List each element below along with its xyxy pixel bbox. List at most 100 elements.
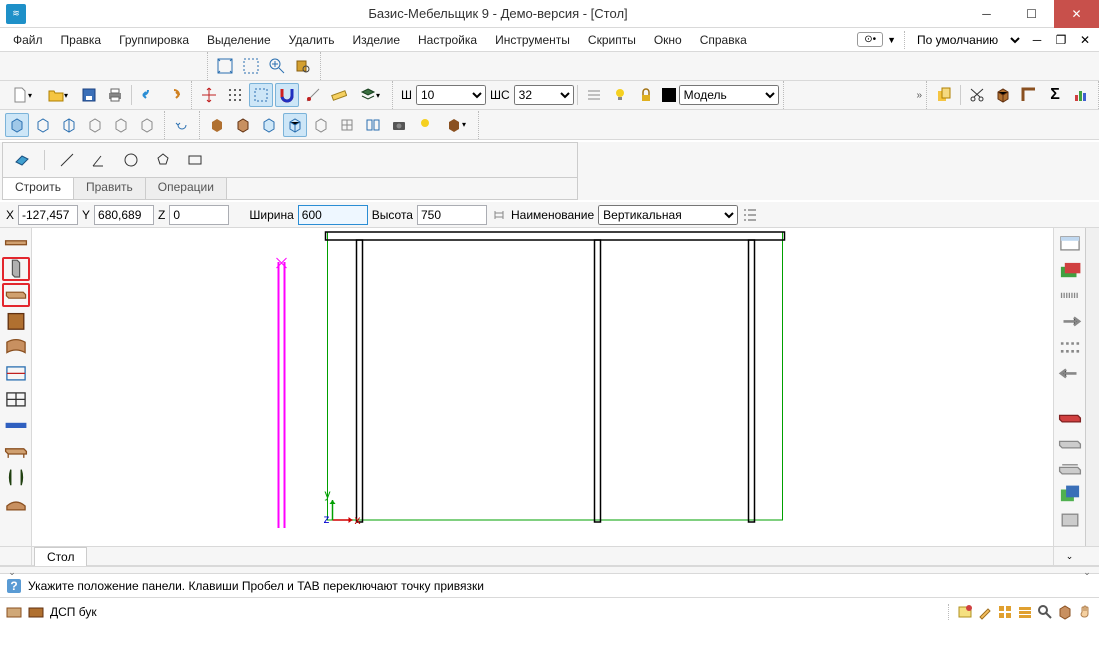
splitter[interactable]: ⌄⌄	[0, 566, 1099, 574]
build-polygon-icon[interactable]	[151, 148, 175, 172]
chart-icon[interactable]	[1069, 83, 1093, 107]
name-select[interactable]: Вертикальная	[598, 205, 738, 225]
menu-product[interactable]: Изделие	[343, 30, 409, 50]
link-dims-icon[interactable]	[491, 207, 507, 223]
view-iso3-icon[interactable]	[57, 113, 81, 137]
ws-select[interactable]: 32	[514, 85, 574, 105]
r-hw-pin-icon[interactable]	[1056, 361, 1084, 385]
minimize-button[interactable]: ─	[964, 0, 1009, 28]
overflow-icon[interactable]: »	[916, 90, 922, 101]
render-wire3-icon[interactable]	[309, 113, 333, 137]
render-split-icon[interactable]	[361, 113, 385, 137]
menu-file[interactable]: Файл	[4, 30, 52, 50]
r-edge2-icon[interactable]	[1056, 429, 1084, 453]
doc-tab-active[interactable]: Стол	[34, 547, 87, 566]
x-input[interactable]	[18, 205, 78, 225]
width-input[interactable]	[298, 205, 368, 225]
redo-icon[interactable]	[162, 83, 186, 107]
list-props-icon[interactable]	[742, 207, 758, 223]
sb-grid2-icon[interactable]	[1017, 604, 1033, 620]
r-box-gray-icon[interactable]	[1056, 507, 1084, 531]
undo-icon[interactable]	[136, 83, 160, 107]
menu-window[interactable]: Окно	[645, 30, 691, 50]
close-button[interactable]: ✕	[1054, 0, 1099, 28]
zoom-extents-icon[interactable]	[213, 54, 237, 78]
sb-hand-icon[interactable]	[1077, 604, 1093, 620]
menu-settings[interactable]: Настройка	[409, 30, 486, 50]
r-copy-green-icon[interactable]	[1056, 481, 1084, 505]
render-shaded-icon[interactable]	[231, 113, 255, 137]
tab-edit[interactable]: Править	[74, 178, 146, 199]
menu-help[interactable]: Справка	[691, 30, 756, 50]
mdi-minimize-button[interactable]: ─	[1029, 32, 1045, 48]
render-camera-icon[interactable]	[387, 113, 411, 137]
r-hw-slot-icon[interactable]	[1056, 283, 1084, 307]
snap-magnet-icon[interactable]	[275, 83, 299, 107]
build-line-icon[interactable]	[55, 148, 79, 172]
menu-select[interactable]: Выделение	[198, 30, 280, 50]
color-swatch[interactable]	[660, 83, 678, 107]
view-iso4-icon[interactable]	[83, 113, 107, 137]
menu-edit[interactable]: Правка	[52, 30, 111, 50]
sigma-icon[interactable]: Σ	[1043, 83, 1067, 107]
sb-grid1-icon[interactable]	[997, 604, 1013, 620]
r-hw-screw-icon[interactable]	[1056, 309, 1084, 333]
view-iso5-icon[interactable]	[109, 113, 133, 137]
snap-diag-icon[interactable]	[301, 83, 325, 107]
snap-arrows-icon[interactable]	[197, 83, 221, 107]
height-input[interactable]	[417, 205, 487, 225]
panel-front-icon[interactable]	[2, 309, 30, 333]
menu-group[interactable]: Группировка	[110, 30, 198, 50]
view-iso2-icon[interactable]	[31, 113, 55, 137]
canvas-viewport[interactable]: x y z	[32, 228, 1053, 546]
r-sheet-icon[interactable]	[1056, 231, 1084, 255]
sb-box-icon[interactable]	[1057, 604, 1073, 620]
ruler-icon[interactable]	[327, 83, 351, 107]
open-file-icon[interactable]: ▾	[41, 83, 75, 107]
render-solid-icon[interactable]	[205, 113, 229, 137]
panel-profile-icon[interactable]	[2, 491, 30, 515]
tab-build[interactable]: Строить	[3, 178, 74, 199]
r-edge1-icon[interactable]	[1056, 403, 1084, 427]
save-icon[interactable]	[77, 83, 101, 107]
snap-grid-icon[interactable]	[223, 83, 247, 107]
bulb-icon[interactable]	[608, 83, 632, 107]
mdi-close-button[interactable]: ✕	[1077, 32, 1093, 48]
sb-search-icon[interactable]	[1037, 604, 1053, 620]
edge-profile-icon[interactable]	[582, 83, 606, 107]
z-input[interactable]	[169, 205, 229, 225]
layout-select[interactable]: По умолчанию	[913, 30, 1023, 50]
panel-vertical-icon[interactable]	[2, 257, 30, 281]
render-wire4-icon[interactable]	[335, 113, 359, 137]
y-input[interactable]	[94, 205, 154, 225]
build-circle-icon[interactable]	[119, 148, 143, 172]
zoom-in-icon[interactable]	[265, 54, 289, 78]
view-iso1-icon[interactable]	[5, 113, 29, 137]
zoom-target-icon[interactable]	[291, 54, 315, 78]
snap-box-icon[interactable]	[249, 83, 273, 107]
tab-ops[interactable]: Операции	[146, 178, 227, 199]
panel-flat-icon[interactable]	[2, 231, 30, 255]
menu-tools[interactable]: Инструменты	[486, 30, 579, 50]
sb-edit-icon[interactable]	[977, 604, 993, 620]
v-scrollbar[interactable]	[1085, 228, 1099, 546]
panel-shelf-icon[interactable]	[2, 439, 30, 463]
render-wire2-icon[interactable]	[283, 113, 307, 137]
build-plane-icon[interactable]	[10, 148, 34, 172]
print-icon[interactable]	[103, 83, 127, 107]
box-3d-icon[interactable]	[991, 83, 1015, 107]
r-layers-icon[interactable]	[1056, 257, 1084, 281]
corner-icon[interactable]	[1017, 83, 1041, 107]
lock-icon[interactable]	[634, 83, 658, 107]
render-material-icon[interactable]: ▾	[439, 113, 473, 137]
maximize-button[interactable]: ☐	[1009, 0, 1054, 28]
right-toolbar-toggle[interactable]: ⌄	[1053, 547, 1085, 565]
key-icon[interactable]: ⊙•	[857, 32, 883, 47]
mdi-restore-button[interactable]: ❐	[1053, 32, 1069, 48]
panel-width-icon[interactable]	[2, 413, 30, 437]
view-iso6-icon[interactable]	[135, 113, 159, 137]
dropdown-arrow-icon[interactable]: ▼	[887, 35, 896, 45]
model-select[interactable]: Модель	[679, 85, 779, 105]
copy-multi-icon[interactable]	[932, 83, 956, 107]
scissors-icon[interactable]	[965, 83, 989, 107]
